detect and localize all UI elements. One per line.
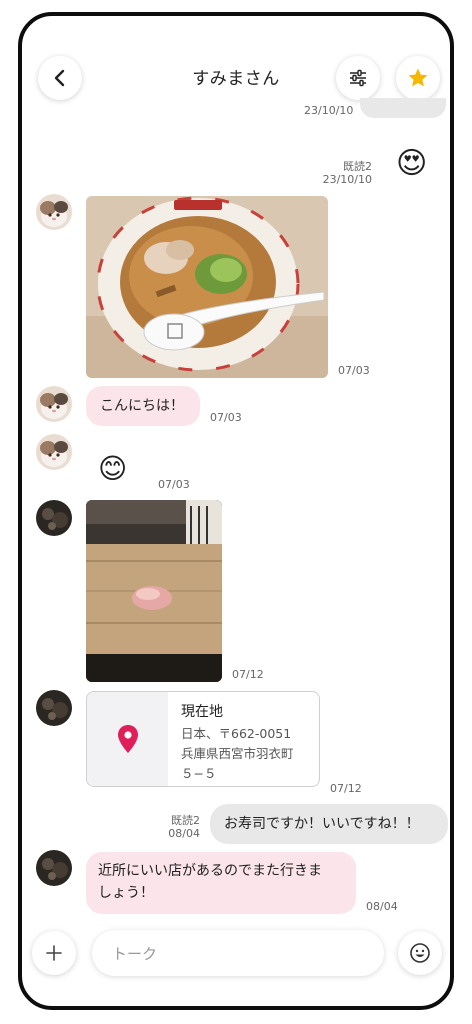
add-button[interactable] (32, 931, 76, 975)
emoji-message: 😍 (396, 146, 428, 181)
message-date: 07/03 (210, 411, 242, 424)
sushi-photo[interactable] (86, 500, 222, 682)
plus-icon (46, 945, 62, 961)
message-date: 23/10/10 (322, 173, 372, 186)
message-bubble-received: 近所にいい店があるのでまた行きま しょう！ (86, 852, 356, 914)
message-text-line: しょう！ (98, 885, 154, 901)
filter-button[interactable] (336, 56, 380, 100)
scrollbar[interactable] (452, 336, 454, 806)
emoji-icon (410, 943, 430, 963)
filter-icon (350, 69, 366, 87)
location-address-line: 日本、〒662-0051 (181, 726, 292, 741)
emoji-button[interactable] (398, 931, 442, 975)
star-icon (408, 68, 428, 87)
location-pin-icon (117, 725, 138, 753)
ramen-photo[interactable] (86, 196, 328, 378)
emoji-message: 😊 (98, 452, 128, 485)
favorite-button[interactable] (396, 56, 440, 100)
avatar-cat[interactable] (36, 194, 72, 230)
message-date: 23/10/10 (304, 104, 354, 117)
message-date: 08/04 (168, 827, 200, 840)
message-bubble-received: こんにちは！ (86, 386, 200, 426)
avatar-user[interactable] (36, 500, 72, 536)
location-address-line: ５−５ (181, 766, 217, 781)
message-read-status: 既読2 (171, 814, 200, 827)
phone-frame: すみまさん 23/10/10 既読2 23/10/10 😍 07/03 こんにち… (18, 12, 454, 1010)
avatar-cat[interactable] (36, 434, 72, 470)
message-bubble-partial (360, 98, 446, 118)
location-title: 現在地 (181, 704, 223, 720)
chat-title: すみまさん (192, 69, 280, 89)
message-input-placeholder: トーク (112, 944, 158, 963)
location-card[interactable]: 現在地 日本、〒662-0051 兵庫県西宮市羽衣町 ５−５ (86, 691, 320, 787)
message-date: 08/04 (366, 900, 398, 913)
message-bubble-sent: お寿司ですか！いいですね！！ (210, 804, 448, 844)
avatar-cat[interactable] (36, 386, 72, 422)
message-read-status: 既読2 (343, 160, 372, 173)
message-date: 07/03 (158, 478, 190, 491)
message-date: 07/12 (232, 668, 264, 681)
message-date: 07/03 (338, 364, 370, 377)
message-date: 07/12 (330, 782, 362, 795)
message-text-line: 近所にいい店があるのでまた行きま (98, 863, 322, 879)
location-address-line: 兵庫県西宮市羽衣町 (181, 746, 294, 761)
location-pin-area (87, 692, 168, 786)
avatar-user[interactable] (36, 850, 72, 886)
avatar-user[interactable] (36, 690, 72, 726)
message-input[interactable]: トーク (92, 930, 384, 976)
